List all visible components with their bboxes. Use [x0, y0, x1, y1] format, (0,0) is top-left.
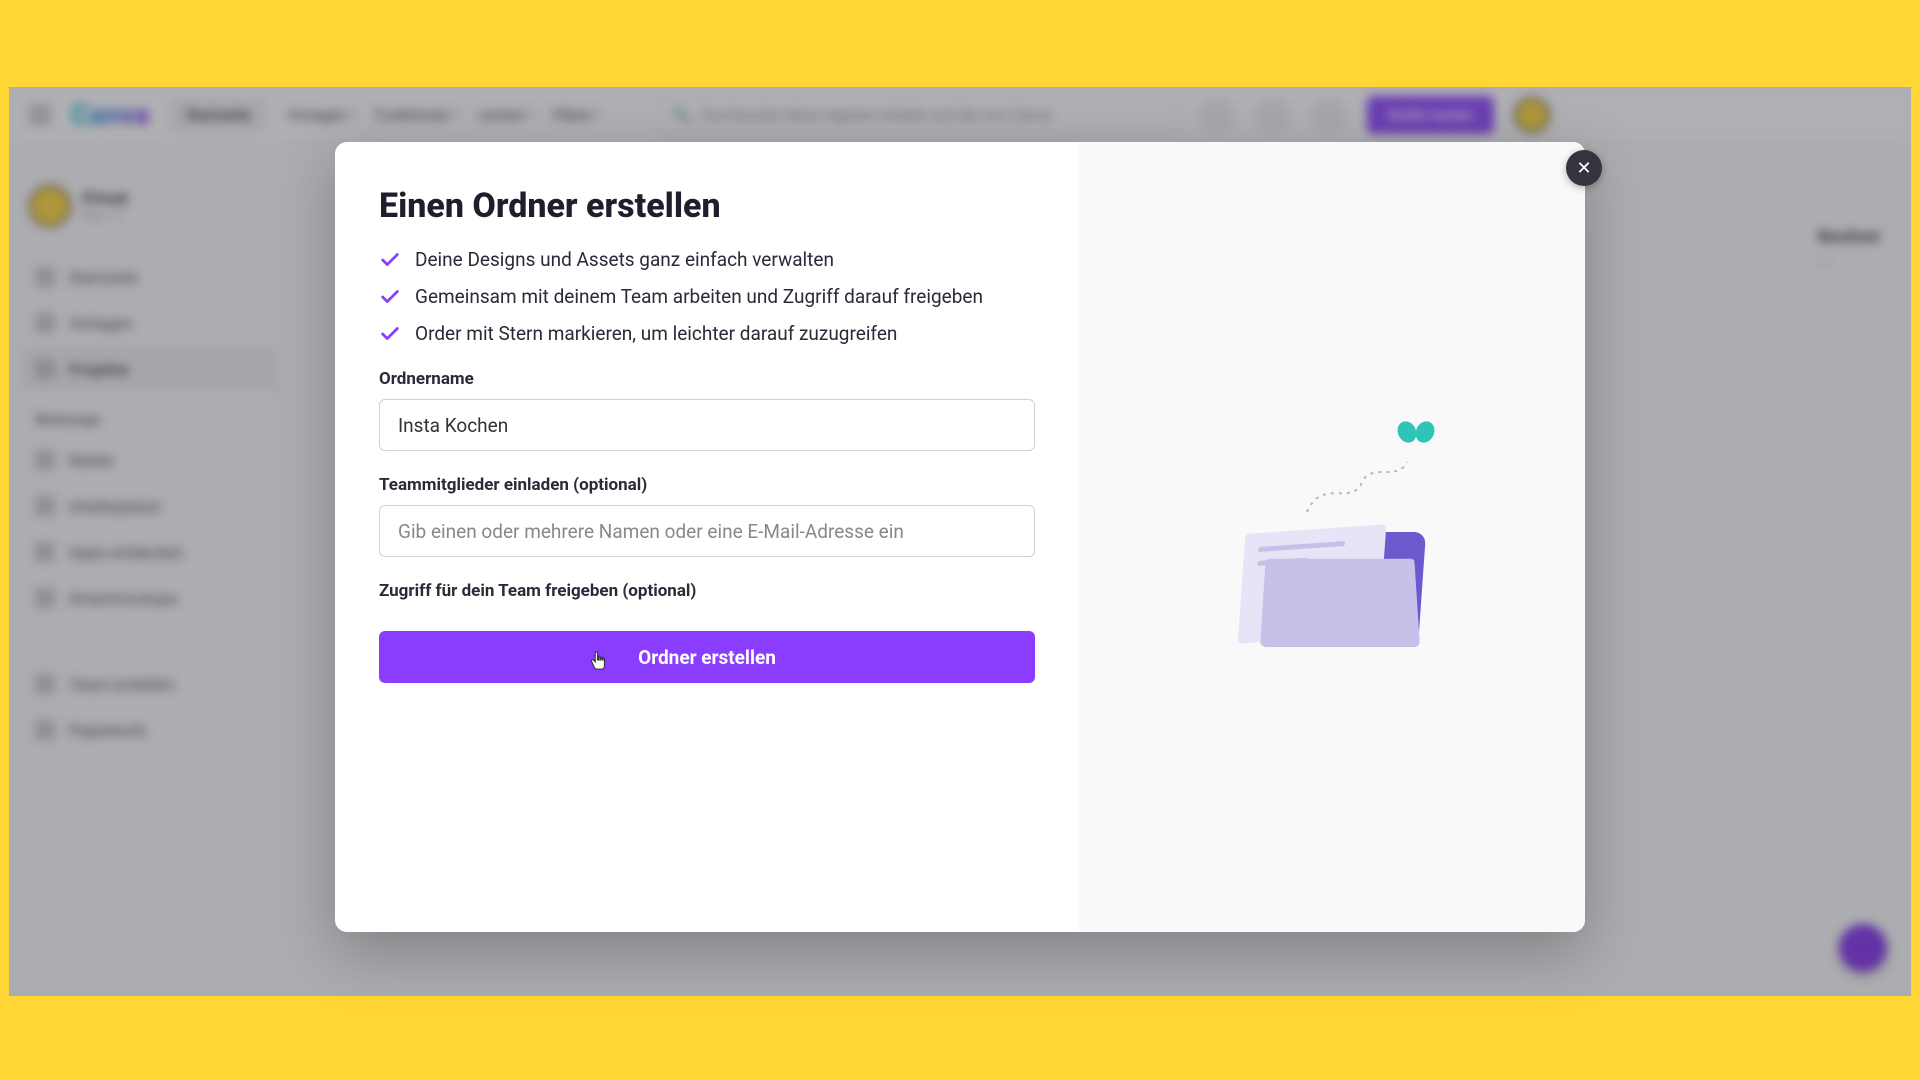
benefit-row: Deine Designs und Assets ganz einfach ve…: [379, 248, 1035, 271]
check-icon: [379, 323, 401, 345]
create-folder-button[interactable]: Ordner erstellen: [379, 631, 1035, 683]
close-button[interactable]: ✕: [1566, 150, 1602, 186]
button-label: Ordner erstellen: [638, 646, 776, 669]
modal-overlay: ✕ Einen Ordner erstellen Deine Designs u…: [9, 87, 1911, 996]
folder-name-input[interactable]: [379, 399, 1035, 451]
cursor-pointer-icon: [587, 649, 609, 671]
modal-illustration-panel: [1079, 142, 1585, 932]
invite-members-label: Teammitglieder einladen (optional): [379, 475, 1035, 495]
benefit-row: Order mit Stern markieren, um leichter d…: [379, 322, 1035, 345]
create-folder-modal: ✕ Einen Ordner erstellen Deine Designs u…: [335, 142, 1585, 932]
folder-name-label: Ordnername: [379, 369, 1035, 389]
check-icon: [379, 286, 401, 308]
team-access-label: Zugriff für dein Team freigeben (optiona…: [379, 581, 1035, 601]
check-icon: [379, 249, 401, 271]
dotted-trail-icon: [1302, 457, 1412, 517]
invite-members-input[interactable]: [379, 505, 1035, 557]
close-icon: ✕: [1576, 158, 1591, 179]
folder-front-shape: [1260, 559, 1420, 647]
benefit-row: Gemeinsam mit deinem Team arbeiten und Z…: [379, 285, 1035, 308]
benefit-text: Order mit Stern markieren, um leichter d…: [415, 322, 897, 345]
folder-illustration: [1212, 427, 1452, 647]
benefit-text: Deine Designs und Assets ganz einfach ve…: [415, 248, 834, 271]
benefit-text: Gemeinsam mit deinem Team arbeiten und Z…: [415, 285, 983, 308]
butterfly-icon: [1398, 421, 1434, 451]
modal-form-panel: Einen Ordner erstellen Deine Designs und…: [335, 142, 1079, 932]
modal-title: Einen Ordner erstellen: [379, 186, 1035, 226]
